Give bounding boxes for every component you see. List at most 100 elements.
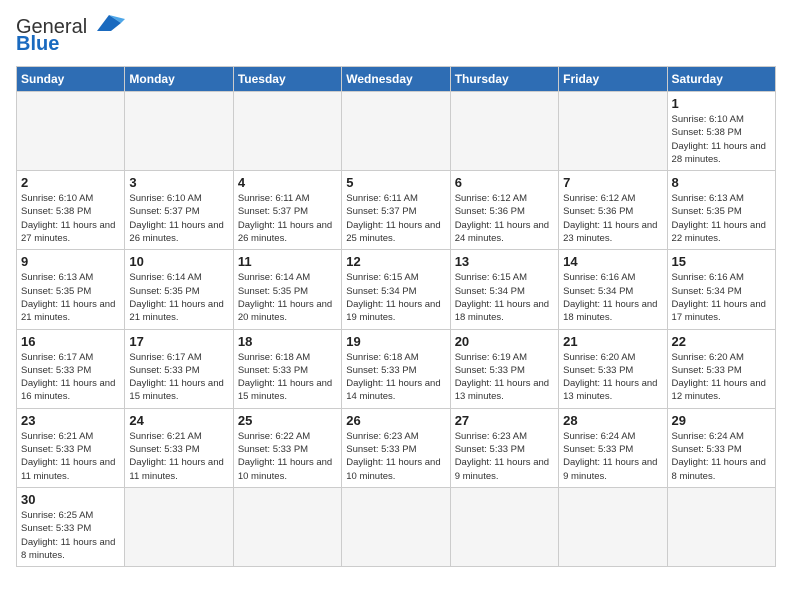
calendar-day-cell: 29 Sunrise: 6:24 AM Sunset: 5:33 PM Dayli… [667, 408, 775, 487]
day-info: Sunrise: 6:18 AM Sunset: 5:33 PM Dayligh… [238, 351, 337, 404]
day-number: 7 [563, 175, 662, 190]
day-number: 26 [346, 413, 445, 428]
day-number: 3 [129, 175, 228, 190]
weekday-header-wednesday: Wednesday [342, 67, 450, 92]
calendar-day-cell: 12 Sunrise: 6:15 AM Sunset: 5:34 PM Dayli… [342, 250, 450, 329]
calendar-day-cell: 30 Sunrise: 6:25 AM Sunset: 5:33 PM Dayli… [17, 487, 125, 566]
calendar-day-cell: 19Sunrise: 6:18 AM Sunset: 5:33 PM Dayli… [342, 329, 450, 408]
day-info: Sunrise: 6:13 AM Sunset: 5:35 PM Dayligh… [672, 192, 771, 245]
calendar-day-cell [125, 487, 233, 566]
weekday-header-friday: Friday [559, 67, 667, 92]
day-info: Sunrise: 6:20 AM Sunset: 5:33 PM Dayligh… [672, 351, 771, 404]
weekday-header-saturday: Saturday [667, 67, 775, 92]
calendar-week-row: 23 Sunrise: 6:21 AM Sunset: 5:33 PM Dayli… [17, 408, 776, 487]
logo-blue-text: Blue [16, 33, 59, 56]
day-info: Sunrise: 6:24 AM Sunset: 5:33 PM Dayligh… [563, 430, 662, 483]
day-number: 30 [21, 492, 120, 507]
calendar-day-cell: 10Sunrise: 6:14 AM Sunset: 5:35 PM Dayli… [125, 250, 233, 329]
day-number: 15 [672, 254, 771, 269]
day-info: Sunrise: 6:12 AM Sunset: 5:36 PM Dayligh… [455, 192, 554, 245]
calendar-day-cell: 23 Sunrise: 6:21 AM Sunset: 5:33 PM Dayli… [17, 408, 125, 487]
calendar-day-cell [342, 487, 450, 566]
day-info: Sunrise: 6:16 AM Sunset: 5:34 PM Dayligh… [563, 271, 662, 324]
day-number: 8 [672, 175, 771, 190]
day-number: 22 [672, 334, 771, 349]
day-number: 1 [672, 96, 771, 111]
day-info: Sunrise: 6:25 AM Sunset: 5:33 PM Dayligh… [21, 509, 120, 562]
day-number: 19 [346, 334, 445, 349]
calendar-day-cell: 21 Sunrise: 6:20 AM Sunset: 5:33 PM Dayli… [559, 329, 667, 408]
calendar-day-cell [125, 92, 233, 171]
day-info: Sunrise: 6:24 AM Sunset: 5:33 PM Dayligh… [672, 430, 771, 483]
day-info: Sunrise: 6:13 AM Sunset: 5:35 PM Dayligh… [21, 271, 120, 324]
day-info: Sunrise: 6:20 AM Sunset: 5:33 PM Dayligh… [563, 351, 662, 404]
day-number: 18 [238, 334, 337, 349]
day-number: 13 [455, 254, 554, 269]
day-info: Sunrise: 6:15 AM Sunset: 5:34 PM Dayligh… [346, 271, 445, 324]
day-info: Sunrise: 6:17 AM Sunset: 5:33 PM Dayligh… [21, 351, 120, 404]
calendar-day-cell: 24 Sunrise: 6:21 AM Sunset: 5:33 PM Dayli… [125, 408, 233, 487]
calendar-day-cell: 3 Sunrise: 6:10 AM Sunset: 5:37 PM Daylig… [125, 171, 233, 250]
day-info: Sunrise: 6:17 AM Sunset: 5:33 PM Dayligh… [129, 351, 228, 404]
calendar-week-row: 9 Sunrise: 6:13 AM Sunset: 5:35 PM Daylig… [17, 250, 776, 329]
day-number: 24 [129, 413, 228, 428]
day-info: Sunrise: 6:10 AM Sunset: 5:38 PM Dayligh… [672, 113, 771, 166]
logo: General Blue [16, 16, 133, 56]
day-number: 16 [21, 334, 120, 349]
calendar-week-row: 16 Sunrise: 6:17 AM Sunset: 5:33 PM Dayli… [17, 329, 776, 408]
day-info: Sunrise: 6:16 AM Sunset: 5:34 PM Dayligh… [672, 271, 771, 324]
day-info: Sunrise: 6:12 AM Sunset: 5:36 PM Dayligh… [563, 192, 662, 245]
calendar-day-cell [667, 487, 775, 566]
calendar-day-cell: 27 Sunrise: 6:23 AM Sunset: 5:33 PM Dayli… [450, 408, 558, 487]
calendar-day-cell [17, 92, 125, 171]
day-info: Sunrise: 6:11 AM Sunset: 5:37 PM Dayligh… [238, 192, 337, 245]
day-number: 2 [21, 175, 120, 190]
calendar-day-cell: 26Sunrise: 6:23 AM Sunset: 5:33 PM Dayli… [342, 408, 450, 487]
logo-bird-icon [89, 13, 133, 39]
calendar-day-cell [233, 92, 341, 171]
day-number: 17 [129, 334, 228, 349]
calendar-day-cell [559, 92, 667, 171]
calendar-day-cell: 5 Sunrise: 6:11 AM Sunset: 5:37 PM Daylig… [342, 171, 450, 250]
calendar-day-cell [450, 487, 558, 566]
day-number: 5 [346, 175, 445, 190]
calendar-day-cell: 1 Sunrise: 6:10 AM Sunset: 5:38 PM Daylig… [667, 92, 775, 171]
day-number: 12 [346, 254, 445, 269]
calendar-day-cell [342, 92, 450, 171]
calendar-week-row: 2 Sunrise: 6:10 AM Sunset: 5:38 PM Daylig… [17, 171, 776, 250]
day-info: Sunrise: 6:10 AM Sunset: 5:38 PM Dayligh… [21, 192, 120, 245]
day-info: Sunrise: 6:22 AM Sunset: 5:33 PM Dayligh… [238, 430, 337, 483]
day-number: 23 [21, 413, 120, 428]
calendar-day-cell: 7 Sunrise: 6:12 AM Sunset: 5:36 PM Daylig… [559, 171, 667, 250]
day-info: Sunrise: 6:19 AM Sunset: 5:33 PM Dayligh… [455, 351, 554, 404]
day-number: 25 [238, 413, 337, 428]
calendar-day-cell: 28Sunrise: 6:24 AM Sunset: 5:33 PM Dayli… [559, 408, 667, 487]
day-info: Sunrise: 6:11 AM Sunset: 5:37 PM Dayligh… [346, 192, 445, 245]
day-number: 21 [563, 334, 662, 349]
day-info: Sunrise: 6:10 AM Sunset: 5:37 PM Dayligh… [129, 192, 228, 245]
day-number: 4 [238, 175, 337, 190]
page-header: General Blue [16, 16, 776, 56]
calendar-week-row: 1 Sunrise: 6:10 AM Sunset: 5:38 PM Daylig… [17, 92, 776, 171]
day-number: 29 [672, 413, 771, 428]
day-info: Sunrise: 6:23 AM Sunset: 5:33 PM Dayligh… [455, 430, 554, 483]
calendar-day-cell: 20Sunrise: 6:19 AM Sunset: 5:33 PM Dayli… [450, 329, 558, 408]
day-number: 27 [455, 413, 554, 428]
calendar-day-cell: 6Sunrise: 6:12 AM Sunset: 5:36 PM Daylig… [450, 171, 558, 250]
calendar-day-cell [233, 487, 341, 566]
calendar-day-cell: 8 Sunrise: 6:13 AM Sunset: 5:35 PM Daylig… [667, 171, 775, 250]
calendar-day-cell: 16 Sunrise: 6:17 AM Sunset: 5:33 PM Dayli… [17, 329, 125, 408]
calendar-day-cell: 11 Sunrise: 6:14 AM Sunset: 5:35 PM Dayli… [233, 250, 341, 329]
calendar-day-cell [450, 92, 558, 171]
day-info: Sunrise: 6:21 AM Sunset: 5:33 PM Dayligh… [21, 430, 120, 483]
day-info: Sunrise: 6:21 AM Sunset: 5:33 PM Dayligh… [129, 430, 228, 483]
calendar-day-cell: 4 Sunrise: 6:11 AM Sunset: 5:37 PM Daylig… [233, 171, 341, 250]
calendar-day-cell: 22 Sunrise: 6:20 AM Sunset: 5:33 PM Dayli… [667, 329, 775, 408]
day-number: 9 [21, 254, 120, 269]
day-info: Sunrise: 6:14 AM Sunset: 5:35 PM Dayligh… [129, 271, 228, 324]
day-info: Sunrise: 6:14 AM Sunset: 5:35 PM Dayligh… [238, 271, 337, 324]
calendar-day-cell: 14Sunrise: 6:16 AM Sunset: 5:34 PM Dayli… [559, 250, 667, 329]
calendar-day-cell: 2 Sunrise: 6:10 AM Sunset: 5:38 PM Daylig… [17, 171, 125, 250]
day-number: 11 [238, 254, 337, 269]
day-info: Sunrise: 6:15 AM Sunset: 5:34 PM Dayligh… [455, 271, 554, 324]
